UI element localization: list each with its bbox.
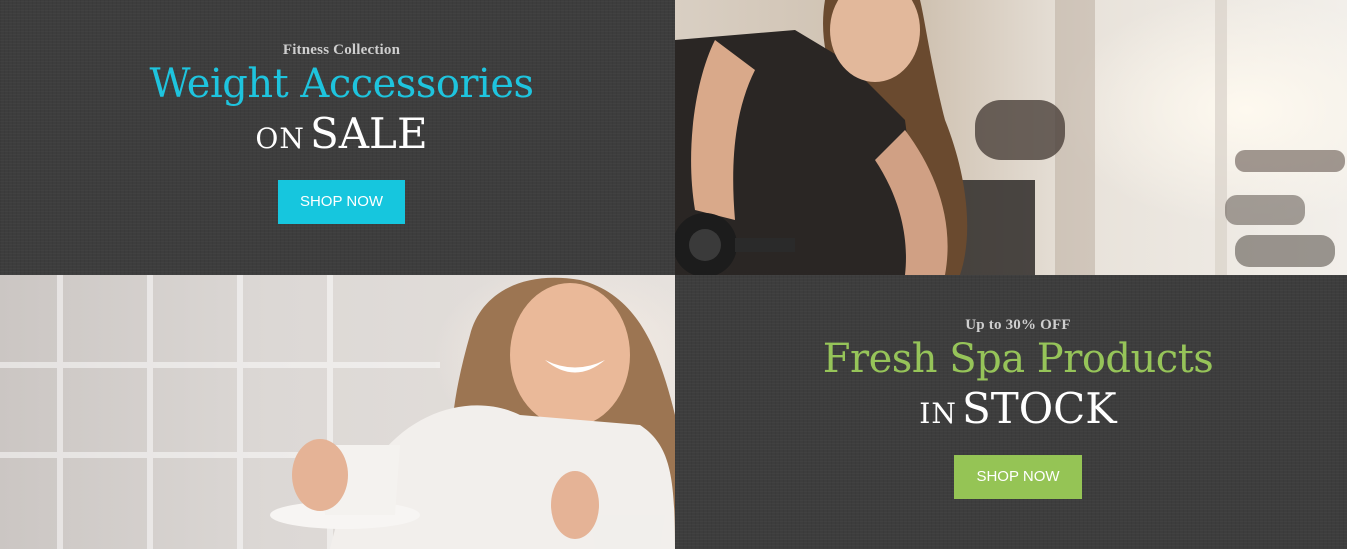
weight-accessories-promo: Fitness Collection Weight Accessories ON… [0,0,675,275]
gym-photo [675,0,1347,275]
promo-kicker: Fitness Collection [282,42,401,58]
promo-subline: ON SALE [8,109,675,158]
woman-lifting-dumbbell-photo [675,0,1345,275]
promo-subline-big: SALE [309,109,428,158]
promo-headline: Weight Accessories [149,61,534,107]
weight-accessories-content: Fitness Collection Weight Accessories ON… [0,42,675,224]
promo-subline: IN STOCK [689,384,1347,433]
spa-photo [0,275,675,549]
spa-products-content: Up to 30% OFF Fresh Spa Products IN STOC… [675,317,1347,499]
promo-kicker: Up to 30% OFF [965,317,1071,333]
promo-headline: Fresh Spa Products [822,336,1214,382]
promo-banner-grid: Fitness Collection Weight Accessories ON… [0,0,1347,549]
promo-subline-small: ON [255,122,305,155]
smiling-woman-in-bathrobe-with-cup-photo [0,275,675,549]
shop-now-spa-button[interactable]: SHOP NOW [954,455,1082,499]
shop-now-weights-button[interactable]: SHOP NOW [277,180,406,224]
promo-subline-small: IN [919,397,957,430]
promo-subline-big: STOCK [961,384,1117,433]
spa-products-promo: Up to 30% OFF Fresh Spa Products IN STOC… [675,275,1347,549]
